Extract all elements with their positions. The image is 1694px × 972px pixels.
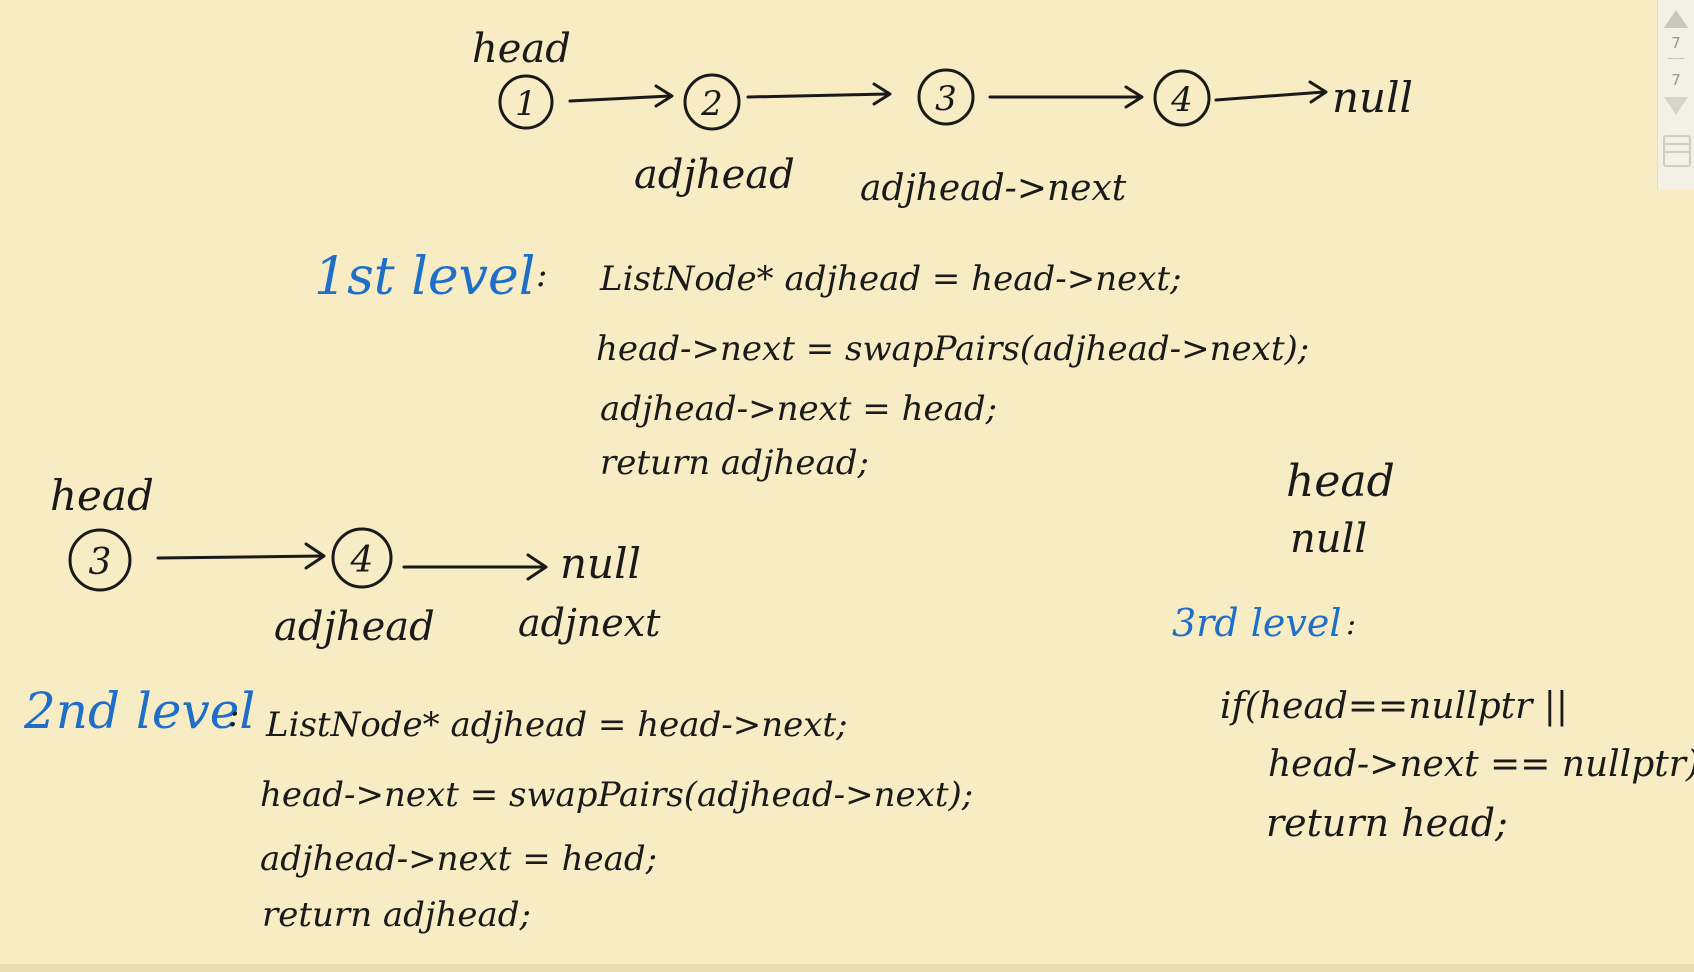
second-head-label: head: [50, 471, 154, 520]
level1-line-4: return adjhead;: [600, 443, 869, 483]
page-divider: [1668, 58, 1684, 59]
level2-line-3: adjhead->next = head;: [260, 839, 657, 879]
diagram-canvas: head 1 2 3 4 null adjhead adjhead->next …: [23, 26, 1694, 935]
level3-line-3: return head;: [1266, 801, 1508, 845]
level2-line-2: head->next = swapPairs(adjhead->next);: [260, 775, 973, 815]
level2-line-1: ListNode* adjhead = head->next;: [265, 705, 848, 745]
level3-line-1: if(head==nullptr ||: [1220, 686, 1568, 727]
scroll-up-icon[interactable]: [1664, 10, 1688, 28]
second-arrow-1: [156, 542, 326, 570]
top-node-1-label: 1: [515, 84, 537, 124]
top-node-4-label: 4: [1170, 80, 1193, 120]
bottom-strip: [0, 964, 1694, 972]
level2-line-4: return adjhead;: [262, 895, 531, 935]
scroll-down-icon[interactable]: [1664, 97, 1688, 115]
top-arrow-4: [1214, 80, 1328, 104]
level2-title: 2nd level: [23, 682, 255, 740]
second-node-4-label: 4: [350, 540, 374, 581]
level3-colon: :: [1346, 607, 1356, 642]
top-node-3: 3: [917, 68, 975, 126]
top-arrow-3: [988, 85, 1144, 109]
layers-icon[interactable]: [1661, 133, 1691, 167]
top-arrow-1: [568, 84, 674, 108]
top-node-4: 4: [1153, 69, 1211, 127]
level3-title: 3rd level: [1172, 601, 1342, 645]
top-head-label: head: [472, 26, 571, 72]
top-node-2-label: 2: [700, 84, 723, 124]
second-node-3-label: 3: [89, 542, 112, 583]
level1-line-1: ListNode* adjhead = head->next;: [599, 259, 1182, 299]
second-tail-null: null: [560, 539, 641, 588]
third-head-label: head: [1286, 456, 1395, 507]
page-toolbar: 7 7: [1657, 0, 1694, 190]
top-node-2: 2: [683, 73, 741, 131]
top-label-adjhead: adjhead: [634, 152, 795, 198]
top-tail-null: null: [1332, 73, 1413, 122]
third-null-node: null: [1290, 516, 1367, 562]
second-label-adjhead: adjhead: [274, 604, 435, 650]
level1-colon: :: [536, 255, 547, 295]
level1-line-2: head->next = swapPairs(adjhead->next);: [596, 329, 1309, 369]
second-label-adjnext: adjnext: [518, 601, 661, 645]
second-arrow-2: [402, 553, 548, 581]
top-label-adjhead-next: adjhead->next: [860, 168, 1127, 209]
top-node-3-label: 3: [935, 79, 957, 119]
whiteboard-page: head 1 2 3 4 null adjhead adjhead->next …: [0, 0, 1694, 972]
level3-line-2: head->next == nullptr): [1268, 744, 1694, 785]
second-node-4: 4: [331, 527, 393, 589]
top-node-1: 1: [498, 74, 554, 130]
second-node-3: 3: [68, 528, 132, 592]
page-total: 7: [1671, 71, 1681, 89]
page-current: 7: [1671, 34, 1681, 52]
top-arrow-2: [746, 82, 892, 106]
level1-title: 1st level: [314, 247, 535, 307]
level2-colon: :: [228, 695, 239, 735]
level1-line-3: adjhead->next = head;: [600, 389, 997, 429]
